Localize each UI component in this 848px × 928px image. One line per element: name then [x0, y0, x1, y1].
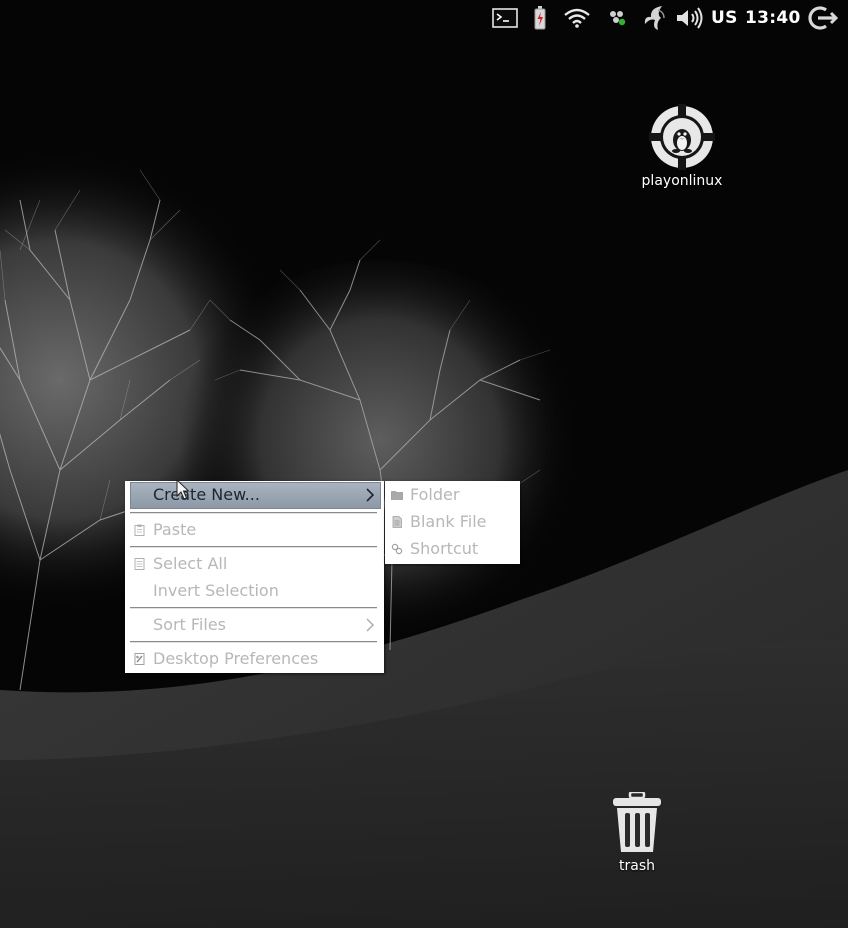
paste-icon — [134, 524, 145, 536]
keyboard-layout-label: US — [711, 8, 738, 28]
playonlinux-icon — [649, 104, 715, 170]
shortcut-label: Shortcut — [410, 539, 479, 558]
chevron-right-icon — [366, 618, 374, 632]
desktop-preferences-label: Desktop Preferences — [153, 649, 319, 668]
menu-item-select-all[interactable]: Select All — [125, 551, 384, 577]
folder-label: Folder — [410, 485, 460, 504]
create-new-label: Create New... — [153, 485, 260, 504]
paste-label: Paste — [153, 520, 197, 539]
select-all-label: Select All — [153, 554, 228, 573]
blank-file-icon — [392, 516, 402, 528]
battery-icon[interactable] — [532, 4, 548, 32]
menu-item-create-new[interactable]: Create New... — [125, 482, 384, 509]
create-new-submenu: Folder Blank File Shortcut — [385, 481, 520, 564]
trash-icon — [613, 792, 661, 852]
trash-label: trash — [619, 858, 655, 874]
desktop[interactable]: US 13:40 playonlinux trash Create New...… — [0, 0, 848, 928]
keyboard-layout[interactable]: US — [711, 4, 738, 32]
menu-separator — [130, 512, 377, 514]
sort-files-label: Sort Files — [153, 615, 226, 634]
clock[interactable]: 13:40 — [745, 4, 801, 32]
submenu-item-folder[interactable]: Folder — [385, 482, 520, 508]
terminal-icon[interactable] — [491, 4, 519, 32]
submenu-item-blank-file[interactable]: Blank File — [385, 509, 520, 535]
menu-item-paste[interactable]: Paste — [125, 517, 384, 543]
folder-icon — [391, 491, 403, 500]
chevron-right-icon — [366, 488, 375, 502]
clock-label: 13:40 — [745, 8, 801, 28]
mouse-cursor-icon — [176, 479, 190, 500]
menu-separator — [130, 641, 377, 643]
trash-desktop-icon[interactable]: trash — [597, 792, 677, 874]
playonlinux-label: playonlinux — [641, 173, 723, 189]
menu-item-desktop-preferences[interactable]: Desktop Preferences — [125, 646, 384, 672]
desktop-context-menu: Create New... Paste Select All Invert Se… — [125, 481, 384, 673]
menu-item-invert-selection[interactable]: Invert Selection — [125, 578, 384, 604]
volume-icon[interactable] — [674, 4, 706, 32]
invert-selection-label: Invert Selection — [153, 581, 279, 600]
menu-item-sort-files[interactable]: Sort Files — [125, 612, 384, 638]
select-all-icon — [134, 558, 145, 570]
network-status-icon[interactable] — [606, 4, 628, 32]
app-swirl-icon[interactable] — [641, 4, 669, 32]
link-icon — [391, 543, 403, 555]
menu-separator — [130, 546, 377, 548]
menu-separator — [130, 607, 377, 609]
submenu-item-shortcut[interactable]: Shortcut — [385, 536, 520, 562]
playonlinux-desktop-icon[interactable]: playonlinux — [632, 103, 732, 189]
blank-file-label: Blank File — [410, 512, 487, 531]
power-icon[interactable] — [805, 4, 839, 32]
wifi-icon[interactable] — [562, 4, 592, 32]
preferences-icon — [134, 653, 145, 665]
